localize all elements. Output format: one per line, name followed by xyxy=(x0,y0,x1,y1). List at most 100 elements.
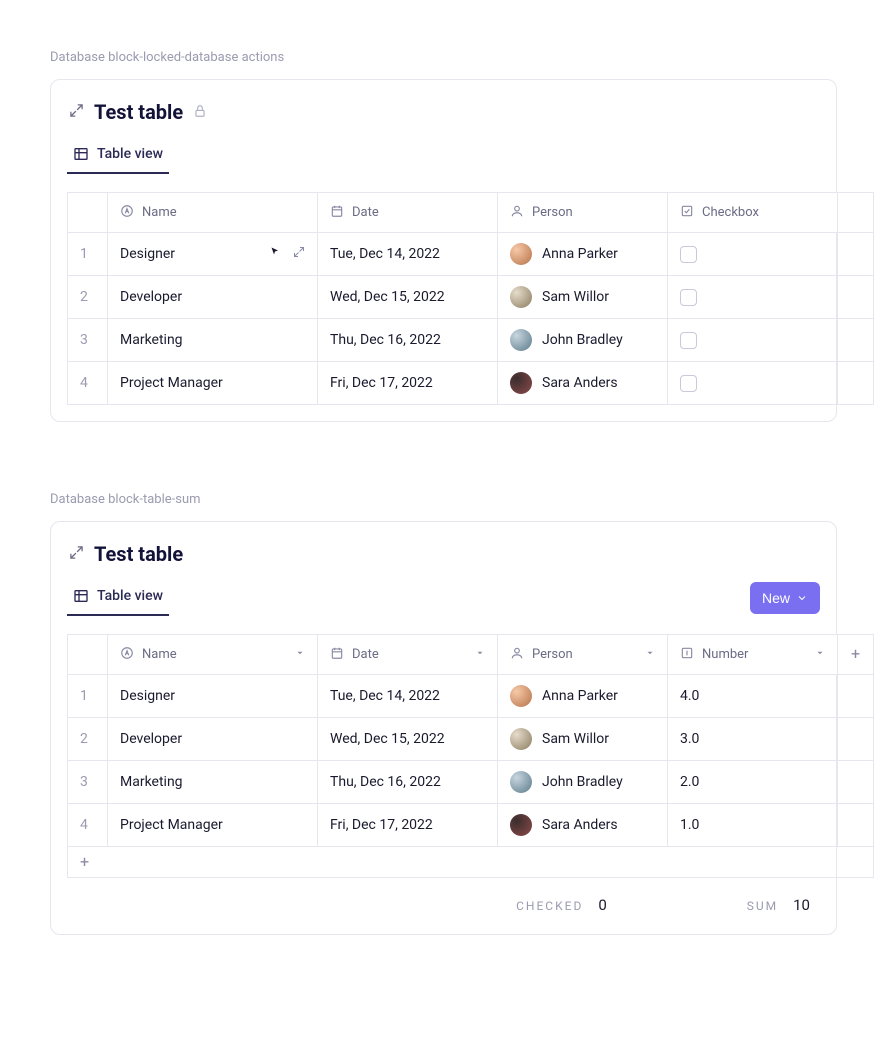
cell-date[interactable]: Wed, Dec 15, 2022 xyxy=(318,718,498,761)
tab-table-view[interactable]: Table view xyxy=(67,580,169,616)
table-row[interactable]: 3 Marketing Thu, Dec 16, 2022 John Bradl… xyxy=(68,319,874,362)
cell-name[interactable]: Marketing xyxy=(108,319,318,362)
data-table: Name Date Person xyxy=(67,192,874,405)
cell-number[interactable]: 1.0 xyxy=(668,804,838,847)
filter-header[interactable] xyxy=(68,635,108,675)
plus-icon: + xyxy=(851,644,860,663)
add-column-button[interactable]: + xyxy=(838,635,874,675)
table-row[interactable]: 1 Designer Tue, Dec 14, 2022 Anna Parker xyxy=(68,233,874,276)
cell-person[interactable]: Sam Willor xyxy=(542,289,609,305)
column-spacer xyxy=(838,193,874,233)
column-label: Checkbox xyxy=(702,205,759,220)
tab-table-view[interactable]: Table view xyxy=(67,138,169,174)
cell-number[interactable]: 2.0 xyxy=(668,761,838,804)
avatar xyxy=(510,728,532,750)
cell-person[interactable]: Sam Willor xyxy=(542,731,609,747)
add-row-button[interactable]: + xyxy=(68,847,874,878)
table-row[interactable]: 2 Developer Wed, Dec 15, 2022 Sam Willor… xyxy=(68,718,874,761)
cell-date[interactable]: Wed, Dec 15, 2022 xyxy=(318,276,498,319)
cell-number[interactable]: 4.0 xyxy=(668,675,838,718)
cell-person[interactable]: John Bradley xyxy=(542,332,623,348)
cell-date[interactable]: Fri, Dec 17, 2022 xyxy=(318,362,498,405)
cell-date[interactable]: Tue, Dec 14, 2022 xyxy=(318,675,498,718)
chevron-down-icon[interactable] xyxy=(645,647,655,662)
column-header-number[interactable]: Number xyxy=(668,635,838,675)
row-index: 3 xyxy=(68,761,108,804)
column-header-checkbox[interactable]: Checkbox xyxy=(668,193,838,233)
table-title: Test table xyxy=(94,100,183,124)
summary-checked-label: CHECKED xyxy=(516,899,583,913)
cell-name[interactable]: Project Manager xyxy=(108,804,318,847)
column-label: Person xyxy=(532,647,573,662)
cell-person[interactable]: John Bradley xyxy=(542,774,623,790)
cell-date[interactable]: Thu, Dec 16, 2022 xyxy=(318,319,498,362)
avatar xyxy=(510,329,532,351)
table-row[interactable]: 3 Marketing Thu, Dec 16, 2022 John Bradl… xyxy=(68,761,874,804)
cell-name[interactable]: Project Manager xyxy=(108,362,318,405)
row-index: 4 xyxy=(68,362,108,405)
column-label: Date xyxy=(352,647,379,662)
column-header-date[interactable]: Date xyxy=(318,635,498,675)
expand-icon[interactable] xyxy=(69,545,84,564)
table-row[interactable]: 1 Designer Tue, Dec 14, 2022 Anna Parker… xyxy=(68,675,874,718)
tab-label: Table view xyxy=(97,588,163,604)
cell-date[interactable]: Thu, Dec 16, 2022 xyxy=(318,761,498,804)
column-header-name[interactable]: Name xyxy=(108,635,318,675)
column-header-person[interactable]: Person xyxy=(498,635,668,675)
table-row[interactable]: 2 Developer Wed, Dec 15, 2022 Sam Willor xyxy=(68,276,874,319)
summary-sum-label: SUM xyxy=(747,899,778,913)
cell-person[interactable]: Anna Parker xyxy=(542,246,618,262)
avatar xyxy=(510,286,532,308)
cell-person[interactable]: Sara Anders xyxy=(542,817,618,833)
cell-person[interactable]: Anna Parker xyxy=(542,688,618,704)
table-title: Test table xyxy=(94,542,183,566)
cell-date[interactable]: Fri, Dec 17, 2022 xyxy=(318,804,498,847)
person-icon xyxy=(510,204,524,222)
open-row-icon[interactable] xyxy=(293,246,305,262)
cell-name[interactable]: Marketing xyxy=(108,761,318,804)
calendar-icon xyxy=(330,204,344,222)
checkbox-icon xyxy=(680,204,694,222)
section-caption: Database block-table-sum xyxy=(50,492,837,507)
table-row[interactable]: 4 Project Manager Fri, Dec 17, 2022 Sara… xyxy=(68,362,874,405)
checkbox[interactable] xyxy=(680,332,697,349)
text-column-icon xyxy=(120,204,134,222)
table-row[interactable]: 4 Project Manager Fri, Dec 17, 2022 Sara… xyxy=(68,804,874,847)
new-button[interactable]: New xyxy=(750,582,820,614)
summary-sum-value: 10 xyxy=(793,896,810,914)
column-label: Number xyxy=(702,647,748,662)
cell-date[interactable]: Tue, Dec 14, 2022 xyxy=(318,233,498,276)
header-row: Name Date Person xyxy=(68,635,874,675)
column-label: Name xyxy=(142,205,177,220)
cursor-icon xyxy=(269,246,281,262)
avatar xyxy=(510,685,532,707)
expand-icon[interactable] xyxy=(69,103,84,122)
checkbox[interactable] xyxy=(680,289,697,306)
cell-name[interactable]: Developer xyxy=(108,718,318,761)
plus-icon: + xyxy=(80,852,89,871)
data-table: Name Date Person xyxy=(67,634,874,878)
checkbox[interactable] xyxy=(680,375,697,392)
chevron-down-icon[interactable] xyxy=(815,647,825,662)
cell-name[interactable]: Designer xyxy=(120,246,175,262)
filter-icon xyxy=(80,649,95,664)
cell-name[interactable]: Designer xyxy=(108,675,318,718)
tab-label: Table view xyxy=(97,146,163,162)
cell-number[interactable]: 3.0 xyxy=(668,718,838,761)
row-index: 3 xyxy=(68,319,108,362)
avatar xyxy=(510,814,532,836)
avatar xyxy=(510,771,532,793)
cell-name[interactable]: Developer xyxy=(108,276,318,319)
section-caption: Database block-locked-database actions xyxy=(50,50,837,65)
filter-header[interactable] xyxy=(68,193,108,233)
cell-person[interactable]: Sara Anders xyxy=(542,375,618,391)
column-header-date[interactable]: Date xyxy=(318,193,498,233)
column-header-name[interactable]: Name xyxy=(108,193,318,233)
row-index: 2 xyxy=(68,276,108,319)
summary-checked-value: 0 xyxy=(598,896,606,914)
chevron-down-icon[interactable] xyxy=(295,647,305,662)
chevron-down-icon[interactable] xyxy=(475,647,485,662)
column-header-person[interactable]: Person xyxy=(498,193,668,233)
row-index: 2 xyxy=(68,718,108,761)
checkbox[interactable] xyxy=(680,246,697,263)
